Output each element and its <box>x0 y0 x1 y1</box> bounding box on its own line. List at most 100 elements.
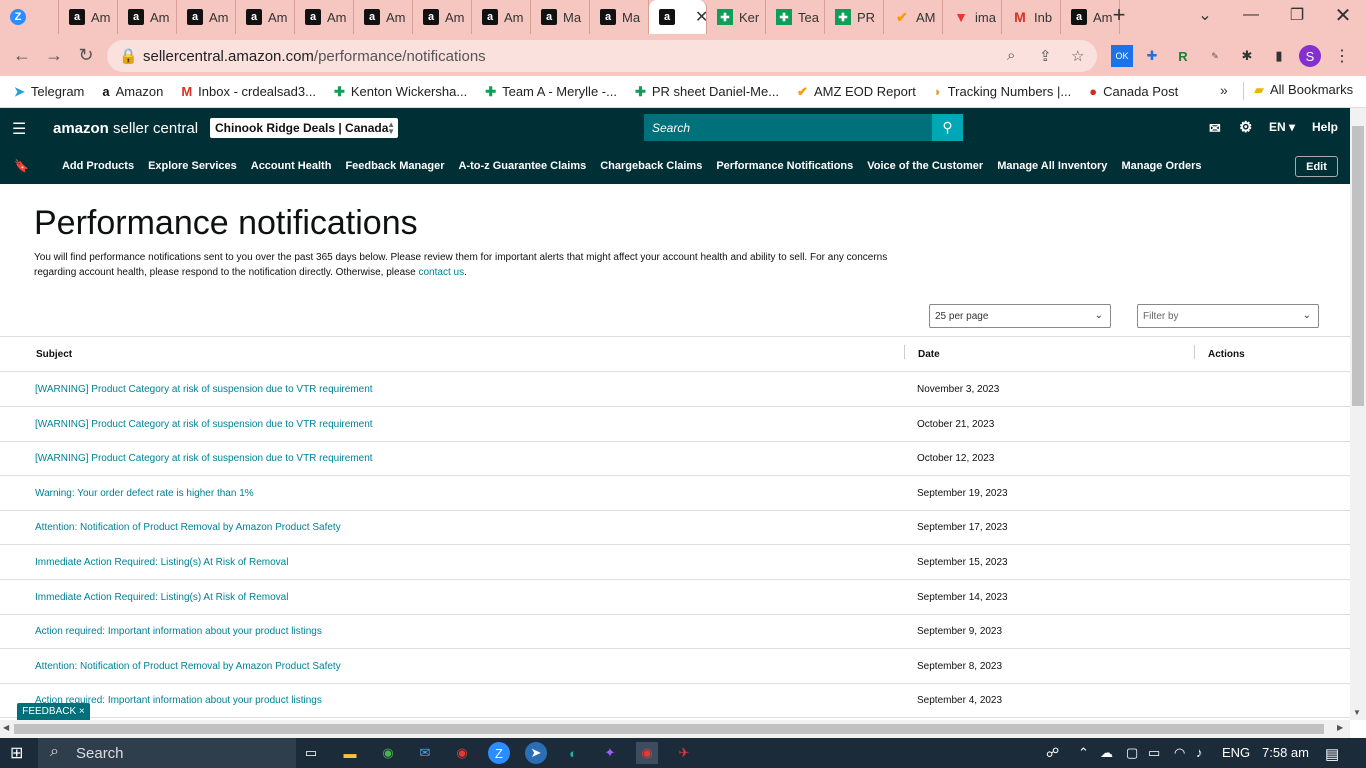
edit-nav-button[interactable]: Edit <box>1295 156 1338 177</box>
subject-header[interactable]: Subject <box>36 349 72 360</box>
extension-ok-icon[interactable]: OK <box>1111 45 1133 67</box>
browser-tab[interactable]: ✚ PR <box>825 0 884 34</box>
help-link[interactable]: Help <box>1312 120 1338 134</box>
scroll-right-icon[interactable]: ▶ <box>1337 723 1343 732</box>
browser-tab[interactable]: a Am <box>472 0 531 34</box>
browser-tab[interactable]: ✔ AM <box>884 0 943 34</box>
chrome-active-icon[interactable]: ◉ <box>636 742 658 764</box>
browser-tab[interactable]: a Ma <box>531 0 590 34</box>
extension-rs-icon[interactable]: R <box>1172 45 1194 67</box>
browser-tab[interactable]: a Am <box>59 0 118 34</box>
browser-tab[interactable]: ▼ ima <box>943 0 1002 34</box>
bookmark-item[interactable]: ◗ Tracking Numbers |... <box>925 84 1080 99</box>
search-icon[interactable]: ⚲ <box>932 114 963 141</box>
bookmark-item[interactable]: ✚ Team A - Merylle -... <box>476 84 626 100</box>
nav-item-voice-of-the-customer[interactable]: Voice of the Customer <box>860 160 990 172</box>
chrome-icon[interactable]: ◉ <box>377 742 399 764</box>
browser-tab[interactable]: Z <box>0 0 59 34</box>
filter-select[interactable]: Filter by ⌄ <box>1137 304 1319 328</box>
search-input[interactable]: Search <box>644 114 934 141</box>
sidepanel-icon[interactable]: ▮ <box>1268 45 1290 67</box>
browser-tab[interactable]: a Am <box>236 0 295 34</box>
messenger-icon[interactable]: ✦ <box>599 742 621 764</box>
nav-item-chargeback-claims[interactable]: Chargeback Claims <box>593 160 709 172</box>
store-selector[interactable]: Chinook Ridge Deals | Canada ▲ ▼ <box>210 118 398 138</box>
all-bookmarks[interactable]: ▰ All Bookmarks <box>1254 82 1353 98</box>
nav-item-performance-notifications[interactable]: Performance Notifications <box>709 160 860 172</box>
device-icon[interactable]: ▢ <box>1126 745 1138 761</box>
scroll-down-icon[interactable]: ▼ <box>1353 708 1361 717</box>
vertical-scroll-thumb[interactable] <box>1352 126 1364 406</box>
close-window-icon[interactable]: ✕ <box>1320 0 1366 30</box>
nav-item-feedback-manager[interactable]: Feedback Manager <box>338 160 451 172</box>
nav-item-manage-orders[interactable]: Manage Orders <box>1114 160 1208 172</box>
browser-tab[interactable]: a Am <box>354 0 413 34</box>
scroll-left-icon[interactable]: ◀ <box>3 723 9 732</box>
tray-chevron-icon[interactable]: ⌃ <box>1078 745 1089 761</box>
notification-subject-link[interactable]: Immediate Action Required: Listing(s) At… <box>35 592 288 603</box>
notification-subject-link[interactable]: [WARNING] Product Category at risk of su… <box>35 453 373 464</box>
people-icon[interactable]: ☍ <box>1046 745 1059 761</box>
seller-central-logo[interactable]: amazon seller central <box>53 120 198 137</box>
chrome-alt-icon[interactable]: ◉ <box>451 742 473 764</box>
bookmarks-overflow-icon[interactable]: » <box>1220 82 1228 98</box>
restore-icon[interactable]: ❐ <box>1274 0 1320 30</box>
language-selector[interactable]: EN ▾ <box>1269 120 1295 134</box>
lock-icon[interactable]: 🔒 <box>119 47 138 65</box>
browser-tab[interactable]: M Inb <box>1002 0 1061 34</box>
notifications-icon[interactable]: ▤ <box>1325 745 1339 763</box>
reload-icon[interactable]: ↻ <box>70 39 102 71</box>
task-view-icon[interactable]: ▭ <box>300 742 322 764</box>
zoom-app-icon[interactable]: Z <box>488 742 510 764</box>
back-icon[interactable]: ← <box>6 39 38 71</box>
browser-tab[interactable]: a Am <box>118 0 177 34</box>
new-tab-button[interactable]: + <box>1096 0 1142 30</box>
mail-app-icon[interactable]: ✉ <box>414 742 436 764</box>
browser-tab[interactable]: ✚ Ker <box>707 0 766 34</box>
bookmark-item[interactable]: ✔ AMZ EOD Report <box>788 84 925 100</box>
browser-tab[interactable]: a Am <box>295 0 354 34</box>
minimize-icon[interactable]: — <box>1228 0 1274 30</box>
bookmark-star-icon[interactable]: ☆ <box>1071 47 1084 65</box>
wifi-icon[interactable]: ◠ <box>1174 745 1185 761</box>
forward-icon[interactable]: → <box>38 39 70 71</box>
bookmark-nav-icon[interactable]: 🔖 <box>14 159 29 173</box>
nav-item-add-products[interactable]: Add Products <box>55 160 141 172</box>
browser-tab[interactable]: a Am <box>177 0 236 34</box>
notification-subject-link[interactable]: Immediate Action Required: Listing(s) At… <box>35 557 288 568</box>
profile-avatar[interactable]: S <box>1299 45 1321 67</box>
contact-us-link[interactable]: contact us <box>419 267 465 278</box>
browser-tab[interactable]: a Ma <box>590 0 649 34</box>
notification-subject-link[interactable]: Action required: Important information a… <box>35 626 322 637</box>
mail-icon[interactable]: ✉ <box>1209 120 1221 137</box>
address-bar[interactable]: 🔒 sellercentral.amazon.com/performance/n… <box>107 40 1097 72</box>
nav-item-manage-all-inventory[interactable]: Manage All Inventory <box>990 160 1114 172</box>
menu-kebab-icon[interactable]: ⋮ <box>1331 45 1353 67</box>
volume-icon[interactable]: ♪ <box>1196 745 1203 760</box>
bookmark-item[interactable]: ● Canada Post <box>1080 84 1187 99</box>
notification-subject-link[interactable]: [WARNING] Product Category at risk of su… <box>35 419 373 430</box>
browser-tab[interactable]: ✚ Tea <box>766 0 825 34</box>
settings-gear-icon[interactable]: ⚙ <box>1239 118 1252 136</box>
notification-subject-link[interactable]: Attention: Notification of Product Remov… <box>35 522 341 533</box>
taskbar-search[interactable]: ⌕ Search <box>38 738 296 768</box>
nav-item-account-health[interactable]: Account Health <box>244 160 339 172</box>
close-tab-icon[interactable]: ✕ <box>695 7 706 27</box>
notification-subject-link[interactable]: [WARNING] Product Category at risk of su… <box>35 384 373 395</box>
notification-subject-link[interactable]: Attention: Notification of Product Remov… <box>35 661 341 672</box>
browser-tab[interactable]: a✕ <box>649 0 707 34</box>
telegram-app-icon[interactable]: ➤ <box>525 742 547 764</box>
clock[interactable]: 7:58 am <box>1262 745 1309 760</box>
edge-icon[interactable]: ◐ <box>562 742 584 764</box>
notification-subject-link[interactable]: Warning: Your order defect rate is highe… <box>35 488 254 499</box>
bookmark-item[interactable]: a Amazon <box>93 84 172 99</box>
nav-item-a-to-z-guarantee-claims[interactable]: A-to-z Guarantee Claims <box>451 160 593 172</box>
horizontal-scroll-thumb[interactable] <box>14 724 1324 734</box>
battery-icon[interactable]: ▭ <box>1148 745 1160 761</box>
feedback-button[interactable]: FEEDBACK × <box>17 703 90 720</box>
share-icon[interactable]: ⇪ <box>1039 47 1052 65</box>
puzzle-icon[interactable]: ✱ <box>1236 45 1258 67</box>
bookmark-item[interactable]: ✚ Kenton Wickersha... <box>325 84 476 100</box>
hamburger-menu-icon[interactable]: ☰ <box>12 119 26 139</box>
bookmark-item[interactable]: M Inbox - crdealsad3... <box>172 84 325 99</box>
